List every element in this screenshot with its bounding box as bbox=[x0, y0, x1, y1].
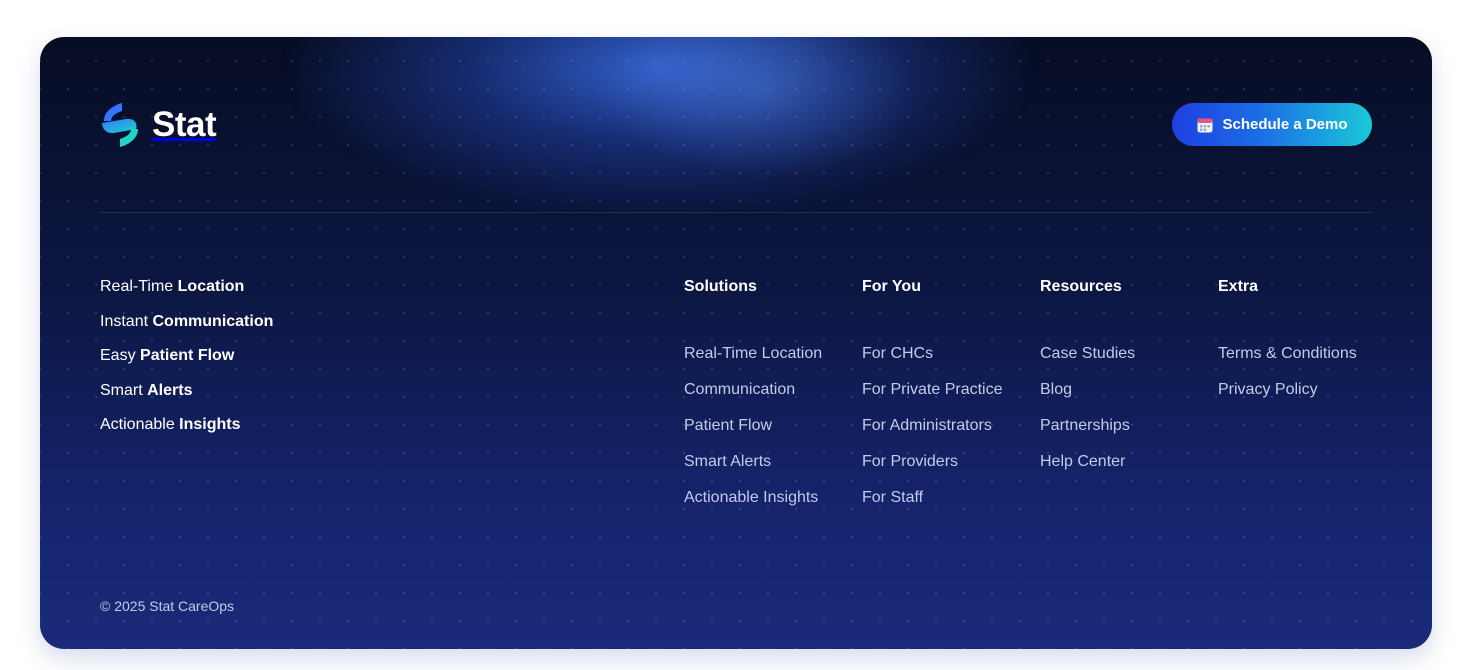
footer-link-for-providers[interactable]: For Providers bbox=[862, 453, 958, 470]
footer-link-for-staff[interactable]: For Staff bbox=[862, 489, 923, 506]
column-heading-solutions: Solutions bbox=[684, 278, 757, 295]
header-divider bbox=[100, 212, 1372, 213]
for-you-links: For CHCs For Private Practice For Admini… bbox=[862, 344, 1002, 524]
resources-links: Case Studies Blog Partnerships Help Cent… bbox=[1040, 344, 1135, 488]
footer-column-solutions: Solutions Real-Time Location Communicati… bbox=[684, 277, 822, 506]
footer-link-for-administrators[interactable]: For Administrators bbox=[862, 417, 992, 434]
footer-link-communication[interactable]: Communication bbox=[684, 381, 795, 398]
column-heading-resources: Resources bbox=[1040, 278, 1122, 295]
footer-link-patient-flow[interactable]: Patient Flow bbox=[684, 417, 772, 434]
footer-link-case-studies[interactable]: Case Studies bbox=[1040, 345, 1135, 362]
schedule-demo-label: Schedule a Demo bbox=[1222, 116, 1348, 133]
footer-link-privacy-policy[interactable]: Privacy Policy bbox=[1218, 381, 1318, 398]
tagline-item: Actionable Insights bbox=[100, 416, 241, 434]
column-heading-extra: Extra bbox=[1218, 278, 1259, 295]
footer-link-blog[interactable]: Blog bbox=[1040, 381, 1072, 398]
footer-column-extra: Extra Terms & Conditions Privacy Policy bbox=[1218, 277, 1357, 398]
feature-taglines: Real-Time Location Instant Communication… bbox=[100, 277, 273, 450]
copyright-text: © 2025 Stat CareOps bbox=[100, 598, 235, 614]
footer-link-smart-alerts[interactable]: Smart Alerts bbox=[684, 453, 771, 470]
footer-link-help-center[interactable]: Help Center bbox=[1040, 453, 1125, 470]
extra-links: Terms & Conditions Privacy Policy bbox=[1218, 344, 1357, 416]
footer-link-real-time-location[interactable]: Real-Time Location bbox=[684, 345, 822, 362]
footer-link-actionable-insights[interactable]: Actionable Insights bbox=[684, 489, 818, 506]
tagline-item: Easy Patient Flow bbox=[100, 347, 235, 365]
footer-link-partnerships[interactable]: Partnerships bbox=[1040, 417, 1130, 434]
footer-link-for-private-practice[interactable]: For Private Practice bbox=[862, 381, 1002, 398]
site-footer: Stat Schedule a Demo Real-Time Location … bbox=[40, 37, 1432, 649]
stat-logo-icon bbox=[102, 103, 138, 147]
footer-column-for-you: For You For CHCs For Private Practice Fo… bbox=[862, 277, 1002, 506]
top-glow-highlight bbox=[600, 37, 920, 177]
tagline-item: Smart Alerts bbox=[100, 381, 193, 399]
tagline-item: Instant Communication bbox=[100, 312, 274, 330]
footer-link-for-chcs[interactable]: For CHCs bbox=[862, 345, 933, 362]
top-glow bbox=[280, 37, 1040, 217]
calendar-icon bbox=[1197, 118, 1213, 132]
schedule-demo-button[interactable]: Schedule a Demo bbox=[1172, 103, 1372, 146]
tagline-item: Real-Time Location bbox=[100, 278, 245, 295]
stat-logo-link[interactable]: Stat bbox=[100, 101, 217, 149]
stat-logo-text: Stat bbox=[152, 105, 217, 144]
solutions-links: Real-Time Location Communication Patient… bbox=[684, 344, 822, 524]
footer-link-terms-conditions[interactable]: Terms & Conditions bbox=[1218, 345, 1357, 362]
column-heading-for-you: For You bbox=[862, 278, 921, 295]
footer-column-resources: Resources Case Studies Blog Partnerships… bbox=[1040, 277, 1135, 470]
